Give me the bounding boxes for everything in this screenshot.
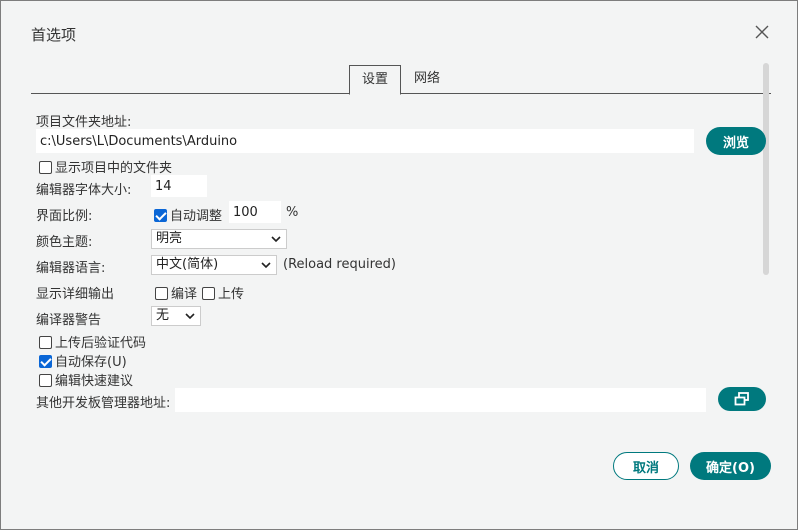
warnings-select-value: 无 xyxy=(156,308,170,323)
theme-select[interactable]: 明亮 xyxy=(151,229,287,249)
chevron-down-icon xyxy=(185,313,195,320)
language-select[interactable]: 中文(简体) xyxy=(151,255,277,275)
checkbox-box[interactable] xyxy=(39,336,52,349)
scrollbar[interactable] xyxy=(763,63,769,275)
close-icon[interactable] xyxy=(751,21,773,43)
dialog-title: 首选项 xyxy=(31,26,77,44)
sketchbook-path-input[interactable] xyxy=(36,129,694,153)
chevron-down-icon xyxy=(261,262,271,269)
verbose-compile-checkbox[interactable]: 编译 xyxy=(155,283,197,302)
board-urls-input[interactable] xyxy=(175,388,706,412)
auto-scale-label: 自动调整 xyxy=(170,209,223,224)
quick-suggest-checkbox[interactable]: 编辑快速建议 xyxy=(39,370,133,389)
font-size-input[interactable] xyxy=(151,175,207,197)
language-label: 编辑器语言: xyxy=(36,261,106,276)
warnings-select[interactable]: 无 xyxy=(151,306,201,326)
checkbox-box-checked[interactable] xyxy=(154,209,167,222)
browse-button[interactable]: 浏览 xyxy=(706,127,766,155)
tab-network[interactable]: 网络 xyxy=(402,65,452,93)
verbose-compile-label: 编译 xyxy=(171,287,198,302)
checkbox-box-checked[interactable] xyxy=(39,355,52,368)
verbose-upload-checkbox[interactable]: 上传 xyxy=(202,283,244,302)
theme-label: 颜色主题: xyxy=(36,235,93,250)
scale-unit: % xyxy=(286,205,299,220)
preferences-dialog: 首选项 设置 网络 项目文件夹地址: 浏览 显示项目中的文件夹 编辑器字体大小:… xyxy=(0,0,798,530)
tab-settings[interactable]: 设置 xyxy=(349,65,402,95)
cancel-button[interactable]: 取消 xyxy=(613,452,679,480)
open-window-icon[interactable] xyxy=(718,387,766,411)
warnings-label: 编译器警告 xyxy=(36,313,102,328)
scale-label: 界面比例: xyxy=(36,209,93,224)
language-select-value: 中文(简体) xyxy=(156,257,219,272)
autosave-checkbox[interactable]: 自动保存(U) xyxy=(39,351,127,370)
auto-scale-checkbox[interactable]: 自动调整 xyxy=(154,205,222,224)
show-files-checkbox[interactable]: 显示项目中的文件夹 xyxy=(39,157,172,176)
chevron-down-icon xyxy=(271,236,281,243)
checkbox-box[interactable] xyxy=(39,161,52,174)
verbose-label: 显示详细输出 xyxy=(36,287,115,302)
language-reload-note: (Reload required) xyxy=(283,257,396,272)
ok-button[interactable]: 确定(O) xyxy=(690,452,771,480)
verbose-upload-label: 上传 xyxy=(218,287,245,302)
checkbox-box[interactable] xyxy=(39,374,52,387)
board-urls-label: 其他开发板管理器地址: xyxy=(36,396,171,411)
theme-select-value: 明亮 xyxy=(156,231,183,246)
sketchbook-label: 项目文件夹地址: xyxy=(36,115,132,130)
scale-input[interactable] xyxy=(229,201,281,223)
checkbox-box[interactable] xyxy=(155,287,168,300)
autosave-label: 自动保存(U) xyxy=(55,355,127,370)
verify-checkbox[interactable]: 上传后验证代码 xyxy=(39,332,146,351)
quick-suggest-label: 编辑快速建议 xyxy=(55,374,134,389)
checkbox-box[interactable] xyxy=(202,287,215,300)
show-files-label: 显示项目中的文件夹 xyxy=(55,161,173,176)
verify-label: 上传后验证代码 xyxy=(55,336,147,351)
font-size-label: 编辑器字体大小: xyxy=(36,183,132,198)
